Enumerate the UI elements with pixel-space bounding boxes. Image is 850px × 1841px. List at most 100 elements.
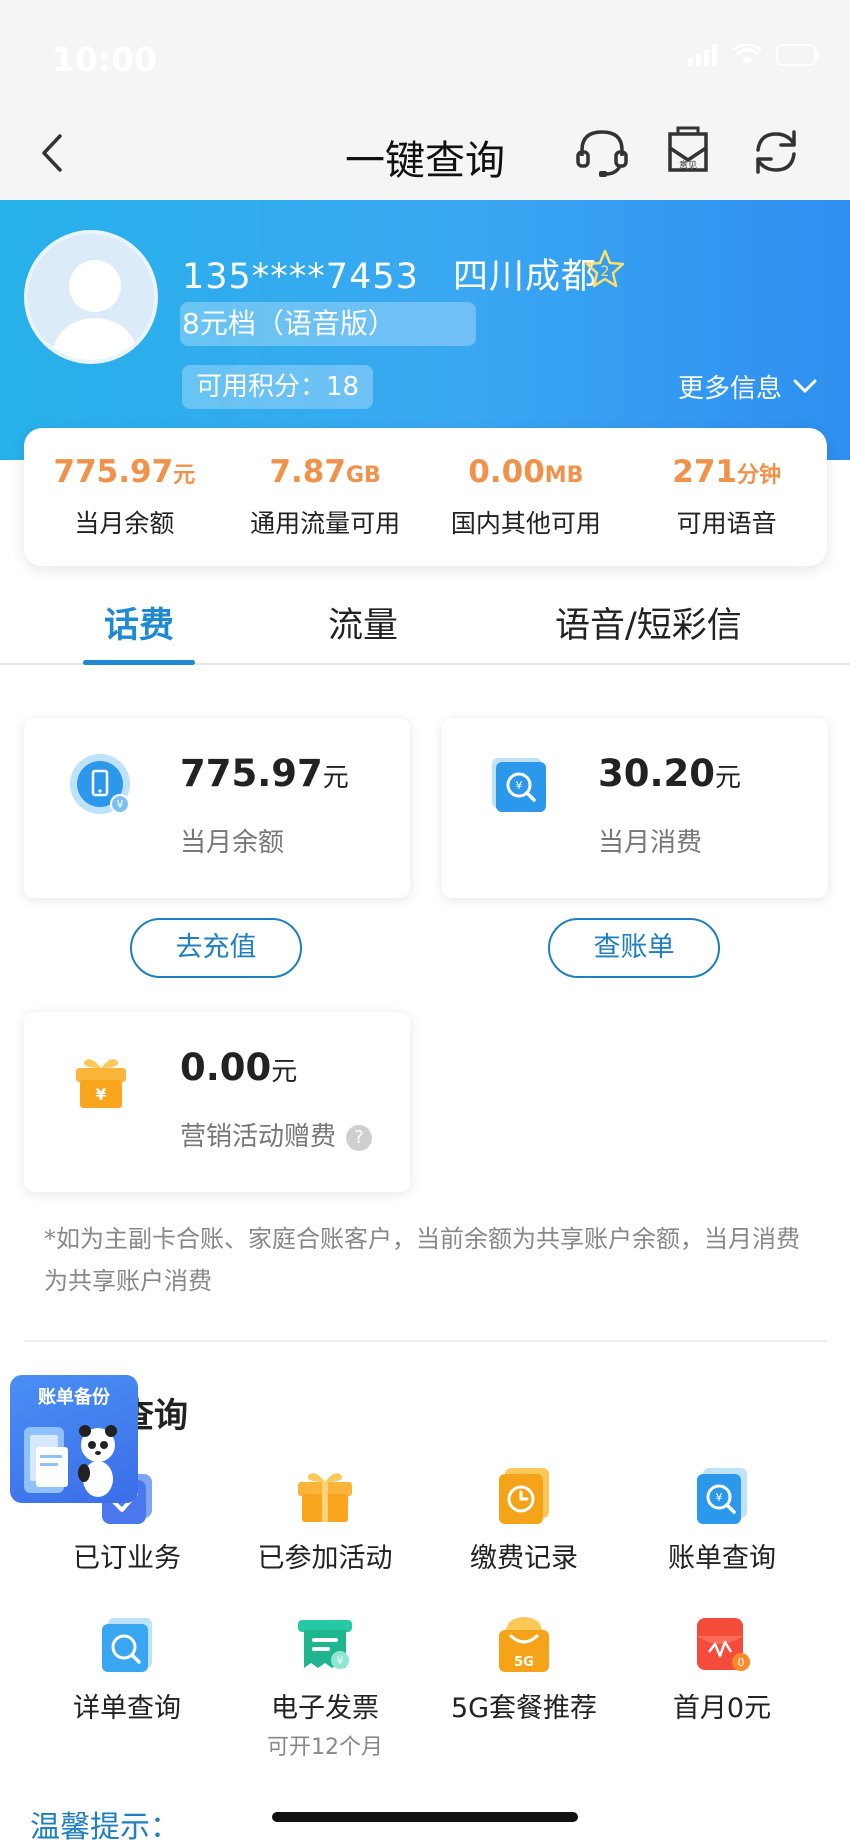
customer-service-icon[interactable]	[570, 120, 634, 184]
red-envelope-icon: 0	[697, 1618, 750, 1671]
svg-text:¥: ¥	[716, 1491, 723, 1504]
consumption-value: 30.20	[598, 752, 716, 795]
svg-text:意见: 意见	[679, 159, 697, 171]
summary-voice[interactable]: 271分钟 可用语音	[626, 428, 827, 566]
consumption-card[interactable]: ¥ 30.20元 当月消费	[442, 718, 828, 898]
grid-first-month-free[interactable]: 0 首月0元	[622, 1612, 822, 1725]
promo-unit: 元	[271, 1057, 298, 1087]
wifi-icon	[732, 44, 762, 64]
grid-sublabel: 可开12个月	[267, 1735, 383, 1760]
refresh-icon[interactable]	[744, 120, 808, 184]
grid-label: 缴费记录	[470, 1543, 578, 1574]
gift-icon: ¥	[76, 1059, 126, 1108]
view-bill-button[interactable]: 查账单	[548, 918, 720, 978]
grid-5g-package[interactable]: 5G 5G套餐推荐	[424, 1612, 624, 1725]
summary-card: 775.97元 当月余额 7.87GB 通用流量可用 0.00MB 国内其他可用…	[24, 428, 827, 566]
home-indicator	[272, 1812, 578, 1822]
grid-e-invoice[interactable]: ¥ 电子发票 可开12个月	[225, 1612, 425, 1761]
battery-icon	[776, 44, 819, 66]
bill-backup-label: 账单备份	[38, 1387, 110, 1408]
grid-detail-query[interactable]: 详单查询	[27, 1612, 227, 1725]
summary-balance[interactable]: 775.97元 当月余额	[24, 428, 225, 566]
avatar[interactable]	[24, 230, 158, 364]
balance-unit: 元	[322, 763, 349, 793]
signal-icon	[688, 44, 717, 66]
svg-text:¥: ¥	[337, 1654, 344, 1667]
svg-text:¥: ¥	[516, 779, 523, 792]
account-line: 135****7453 四川成都	[182, 248, 597, 299]
grid-label: 首月0元	[672, 1693, 772, 1724]
tab-bar: 话费 流量 语音/短彩信	[0, 585, 850, 665]
star-level-icon[interactable]: 2	[585, 248, 625, 288]
more-info-label: 更多信息	[677, 374, 782, 404]
grid-label: 详单查询	[73, 1693, 181, 1724]
balance-label: 当月余额	[180, 828, 285, 858]
nav-bar: 一键查询 意见	[0, 110, 850, 200]
bill-search-icon: ¥	[492, 758, 546, 812]
grid-label: 电子发票	[271, 1693, 379, 1724]
summary-value: 7.87	[269, 454, 346, 490]
summary-value: 775.97	[53, 454, 174, 490]
summary-unit: 元	[173, 463, 196, 488]
summary-other-data[interactable]: 0.00MB 国内其他可用	[426, 428, 627, 566]
balance-card[interactable]: ¥ 775.97元 当月余额	[24, 718, 410, 898]
shared-account-note: *如为主副卡合账、家庭合账客户，当前余额为共享账户余额，当月消费为共享账户消费	[44, 1225, 800, 1295]
tab-fee[interactable]: 话费	[104, 597, 174, 648]
grid-payment-record[interactable]: 缴费记录	[424, 1462, 624, 1575]
tab-data[interactable]: 流量	[328, 597, 398, 648]
summary-label: 当月余额	[74, 509, 175, 538]
grid-label: 已订业务	[73, 1543, 181, 1574]
help-icon[interactable]: ?	[346, 1124, 373, 1151]
svg-text:¥: ¥	[95, 1085, 106, 1104]
feedback-icon[interactable]: 意见	[656, 120, 720, 184]
status-bar: 10:00	[0, 0, 850, 110]
payment-record-icon	[499, 1468, 549, 1524]
active-tab-indicator	[83, 660, 195, 665]
more-info-button[interactable]: 更多信息	[678, 368, 818, 405]
tips-title: 温馨提示：	[30, 1810, 180, 1841]
account-header: 135****7453 四川成都 2 8元档（语音版） 可用积分：18 更多信息	[0, 200, 850, 460]
status-icons	[688, 44, 820, 66]
summary-unit: 分钟	[736, 463, 781, 488]
panda-mascot-icon	[24, 1425, 117, 1497]
gift-activity-icon	[298, 1473, 352, 1522]
phone-number: 135****7453	[182, 257, 419, 297]
consumption-label: 当月消费	[598, 828, 703, 858]
svg-text:2: 2	[601, 264, 610, 280]
promo-label-row: 营销活动赠费?	[180, 1116, 373, 1153]
svg-text:0: 0	[738, 1656, 745, 1669]
page-title: 一键查询	[345, 138, 505, 184]
grid-label: 已参加活动	[257, 1543, 393, 1574]
summary-label: 国内其他可用	[450, 509, 601, 538]
summary-value: 271	[672, 454, 737, 490]
5g-package-icon: 5G	[499, 1617, 549, 1672]
summary-value: 0.00	[468, 454, 545, 490]
summary-label: 可用语音	[676, 509, 777, 538]
svg-text:¥: ¥	[117, 798, 124, 811]
grid-label: 账单查询	[668, 1543, 776, 1574]
summary-unit: GB	[345, 463, 381, 488]
bill-backup-badge[interactable]: 账单备份	[10, 1375, 138, 1503]
default-avatar-icon	[50, 260, 140, 360]
balance-value: 775.97	[180, 752, 323, 795]
location: 四川成都	[453, 257, 598, 297]
recharge-button[interactable]: 去充值	[130, 918, 302, 978]
summary-data[interactable]: 7.87GB 通用流量可用	[225, 428, 426, 566]
grid-bill-query[interactable]: ¥ 账单查询	[622, 1462, 822, 1575]
promo-label: 营销活动赠费	[180, 1122, 337, 1152]
grid-label: 5G套餐推荐	[450, 1693, 598, 1724]
promo-value: 0.00	[180, 1046, 272, 1089]
detail-query-icon	[102, 1618, 152, 1672]
phone-balance-icon: ¥	[70, 754, 130, 814]
summary-unit: MB	[544, 463, 584, 488]
consumption-unit: 元	[715, 763, 742, 793]
grid-activities[interactable]: 已参加活动	[225, 1462, 425, 1575]
points-badge: 可用积分：18	[182, 365, 374, 409]
e-invoice-icon: ¥	[298, 1620, 352, 1669]
svg-text:5G: 5G	[514, 1655, 534, 1670]
tab-voice-sms[interactable]: 语音/短彩信	[555, 597, 742, 648]
promo-card[interactable]: ¥ 0.00元 营销活动赠费?	[24, 1012, 410, 1192]
plan-badge: 8元档（语音版）	[180, 302, 476, 346]
status-time: 10:00	[52, 40, 158, 79]
chevron-down-icon	[793, 379, 817, 393]
